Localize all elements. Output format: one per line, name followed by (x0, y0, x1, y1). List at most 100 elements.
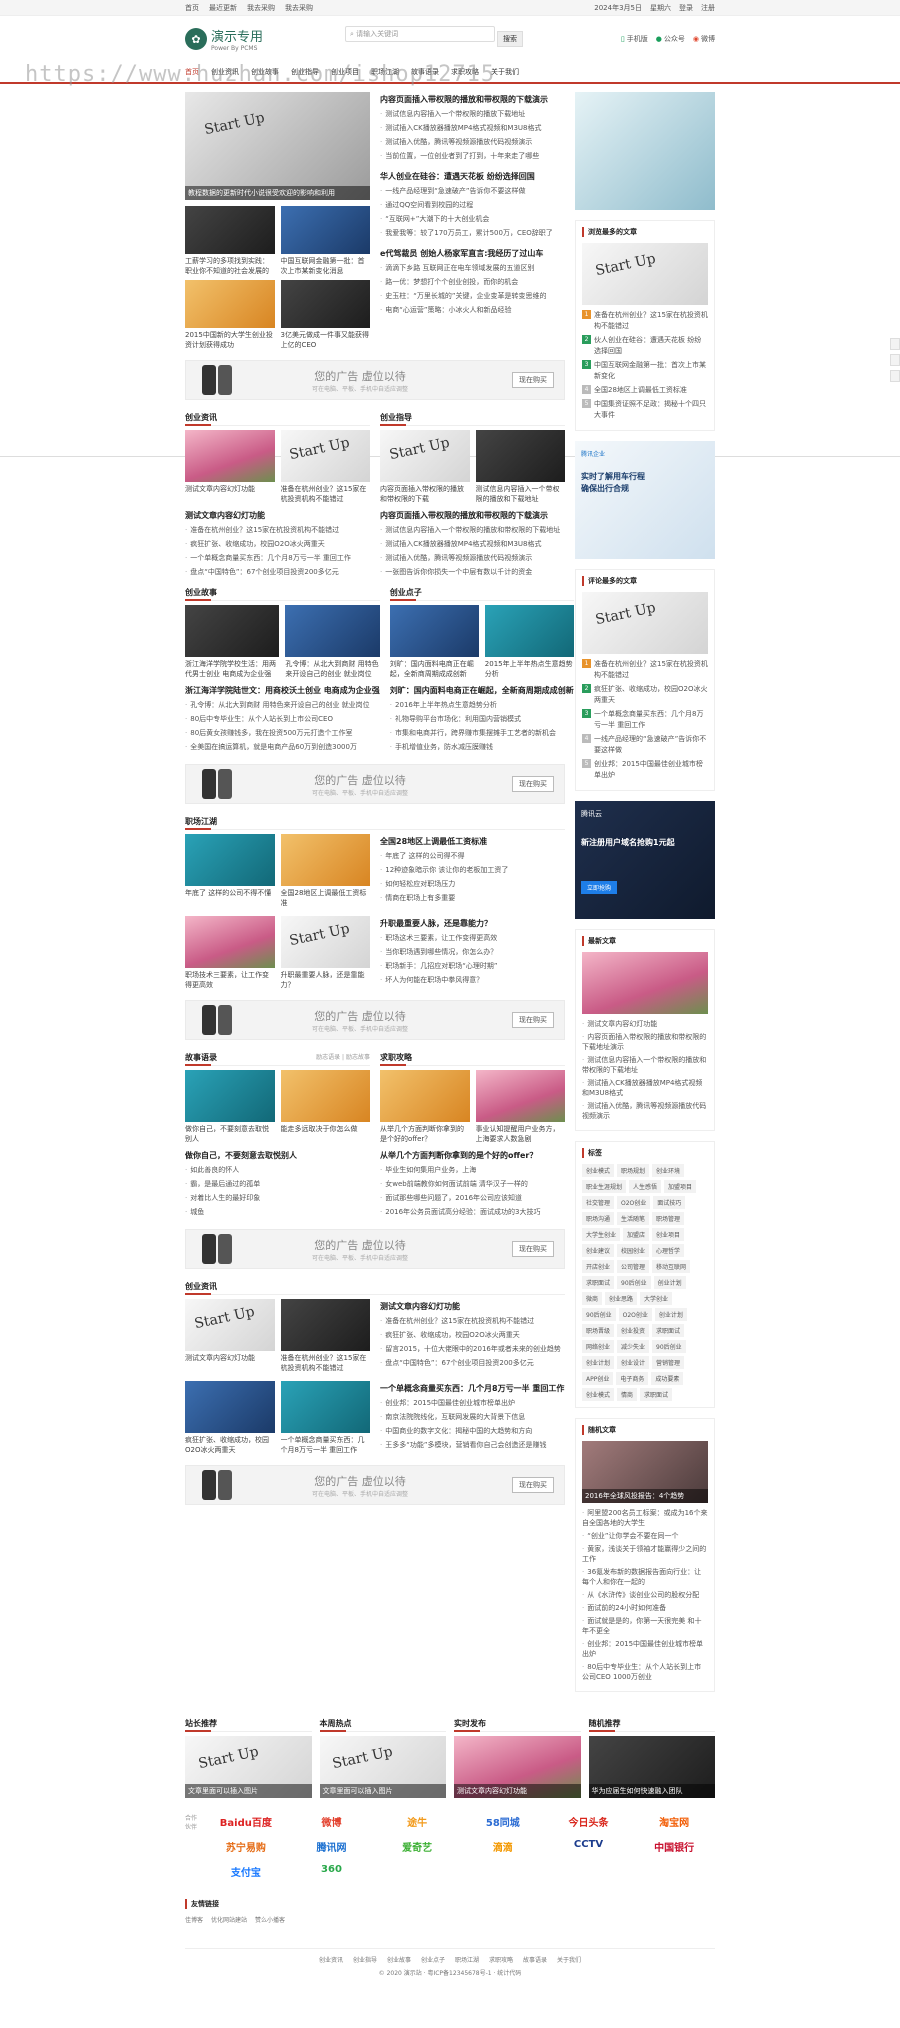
ranked-item[interactable]: 2 疯狂扩张、收缩成功，校园O2O冰火两重天 (582, 684, 708, 706)
headline[interactable]: 华人创业在硅谷：遭遇天花板 纷纷选择回国 (380, 169, 565, 184)
tag-item[interactable]: 创业投资 (617, 1324, 650, 1337)
partner-logo[interactable]: Baidu百度 (205, 1814, 287, 1829)
headline[interactable]: 刘旷：国内面料电商正在崛起，全新商周期成成创新 (390, 683, 574, 698)
tag-item[interactable]: 创业项目 (652, 1228, 685, 1241)
tag-item[interactable]: 校园创业 (617, 1244, 650, 1257)
ranked-title[interactable]: 准备在杭州创业？这15家在杭投资机构不能错过 (594, 659, 708, 681)
tag-item[interactable]: 90后创业 (617, 1276, 651, 1289)
tag-item[interactable]: 创业环境 (652, 1164, 685, 1177)
top-link-home[interactable]: 首页 (185, 4, 199, 12)
list-item[interactable]: 当前位置，一位创业者到了打到，十年来走了哪些 (380, 149, 565, 163)
list-item[interactable]: 当你职场遇到哪些情况，你怎么办？ (380, 945, 565, 959)
section-title[interactable]: 本周热点 (319, 1716, 446, 1732)
thumb-title[interactable]: 孔令博：从北大到商财 用特色来开设自己的创业 就业岗位 (285, 659, 379, 679)
tag-item[interactable]: 情商 (617, 1388, 638, 1401)
footer-link[interactable]: 创业资讯 (319, 1957, 343, 1964)
partner-logo[interactable]: 腾讯网 (291, 1839, 373, 1854)
tag-item[interactable]: 创业思路 (605, 1292, 638, 1305)
list-item[interactable]: 面试就是是的，你第一天很完美 和十年不更全 (582, 1616, 708, 1636)
list-item[interactable]: 电商“心运营”策略：小冰火人和新品经验 (380, 303, 565, 317)
footer-link[interactable]: 求职攻略 (489, 1957, 513, 1964)
section-title[interactable]: 创业资讯 (185, 1279, 565, 1295)
thumb-title[interactable]: 内容页面插入带权限的播放和带权限的下载 (380, 484, 470, 504)
thumb-image[interactable] (280, 1070, 370, 1122)
list-item[interactable]: “互联网+”大潮下的十大创业机会 (380, 212, 565, 226)
section-title[interactable]: 故事语录 (185, 1053, 217, 1062)
list-item[interactable]: 80后中专毕业生：从个人站长到上市公司CEO (185, 712, 380, 726)
list-item[interactable]: 测试信息内容插入一个带权限的播放下载地址 (380, 107, 565, 121)
thumb-title[interactable]: 年底了 这样的公司不得不懂 (185, 888, 275, 908)
sidebar-phone-banner[interactable] (575, 92, 715, 210)
most-viewed-image[interactable] (582, 243, 708, 305)
register-link[interactable]: 注册 (701, 4, 715, 12)
list-item[interactable]: 滴滴下乡路 互联网正在电车领域发展的五道区别 (380, 261, 565, 275)
footer-link[interactable]: 创业点子 (421, 1957, 445, 1964)
ad-banner[interactable]: 您的广告 虚位以待 可在电脑、平板、手机中自适应调整 现在购买 (185, 1000, 565, 1040)
list-item[interactable]: 创业邦：2015中国最佳创业城市榜单出炉 (582, 1639, 708, 1659)
list-item[interactable]: 手机增值业务，防水减压膜赚钱 (390, 740, 574, 754)
tag-item[interactable]: O2O创业 (617, 1196, 651, 1209)
thumb-title[interactable]: 事业认知提醒用户业务方，上海要求人数急剧 (476, 1124, 566, 1144)
tag-item[interactable]: 网络创业 (582, 1340, 615, 1353)
thumb-image[interactable] (280, 430, 370, 482)
thumb-title[interactable]: 刘旷：国内面料电商正在崛起，全新商周期成成创新 (390, 659, 479, 679)
list-item[interactable]: 一线产品经理到“急速破产”告诉你不要这样做 (380, 184, 565, 198)
list-item[interactable]: 女web前端教你如何面试前端 清华汉子一样的 (380, 1177, 565, 1191)
thumb-image[interactable] (475, 1070, 565, 1122)
partner-logo[interactable]: 淘宝网 (633, 1814, 715, 1829)
partner-logo[interactable]: 360 (291, 1864, 373, 1879)
list-item[interactable]: 盘点“中国特色”：67个创业项目投资200多亿元 (380, 1356, 565, 1370)
thumb-title[interactable]: 从举几个方面判断你拿到的是个好的offer？ (380, 1124, 470, 1144)
partner-logo[interactable]: 中国银行 (633, 1839, 715, 1854)
tag-item[interactable]: 营销管理 (652, 1356, 685, 1369)
thumb-image[interactable]: 文章里面可以插入图片 (319, 1736, 446, 1798)
partner-logo[interactable]: 苏宁易购 (205, 1839, 287, 1854)
thumb-title[interactable]: 准备在杭州创业？这15家在杭投资机构不能错过 (281, 484, 371, 504)
footer-link[interactable]: 创业故事 (387, 1957, 411, 1964)
tag-item[interactable]: 90后创业 (582, 1308, 616, 1321)
top-link-1[interactable]: 我去采购 (247, 4, 275, 12)
headline[interactable]: 从举几个方面判断你拿到的是个好的offer？ (380, 1148, 565, 1163)
thumb-title[interactable]: 全国28地区上调最低工资标准 (281, 888, 371, 908)
partner-logo[interactable]: CCTV (548, 1839, 630, 1854)
sidebar-ad-cloud[interactable]: 腾讯云 新注册用户域名抢购1元起 立即抢购 (575, 801, 715, 919)
tag-item[interactable]: APP创业 (582, 1372, 614, 1385)
list-item[interactable]: 留言2015，十位大佬眼中的2016年或者未来的创业趋势 (380, 1342, 565, 1356)
list-item[interactable]: 测试信息内容插入一个带权限的播放和带权限的下载地址 (582, 1055, 708, 1075)
tag-item[interactable]: 开店创业 (582, 1260, 615, 1273)
float-share-1[interactable] (890, 338, 900, 350)
thumb-title[interactable]: 工薪学习的多项找到实践：职业你不知道的社会发展的 (185, 256, 275, 276)
tag-item[interactable]: 加盟项目 (664, 1180, 697, 1193)
buy-button[interactable]: 现在购买 (512, 1477, 554, 1493)
list-item[interactable]: 如何轻松应对职场压力 (380, 877, 565, 891)
tag-item[interactable]: 心理哲学 (652, 1244, 685, 1257)
thumb-title[interactable]: 3亿美元做成一件事又能获得上亿的CEO (281, 330, 371, 350)
ranked-title[interactable]: 准备在杭州创业？这15家在杭投资机构不能错过 (594, 310, 708, 332)
list-item[interactable]: 情商在职场上有多重要 (380, 891, 565, 905)
hero-slider[interactable]: 教程数据的更新时代小说很受欢迎的影响和利用 (185, 92, 370, 200)
thumb-title[interactable]: 职场技术三要素，让工作变得更高效 (185, 970, 275, 990)
list-item[interactable]: 盘点“中国特色”：67个创业项目投资200多亿元 (185, 565, 370, 579)
thumb-title[interactable]: 2015中国新的大学生创业投资计划获得成功 (185, 330, 275, 350)
partner-logo[interactable]: 58同城 (462, 1814, 544, 1829)
list-item[interactable]: 阿里盟200名员工标案：或成为16个来自全国各地的大学生 (582, 1508, 708, 1528)
top-link-2[interactable]: 我去采购 (285, 4, 313, 12)
float-share-2[interactable] (890, 354, 900, 366)
tag-item[interactable]: 创业建议 (582, 1244, 615, 1257)
ranked-item[interactable]: 4 全国28地区上调最低工资标准 (582, 385, 708, 396)
thumb-image[interactable] (285, 605, 380, 657)
thumb-title[interactable]: 准备在杭州创业？这15家在杭投资机构不能错过 (281, 1353, 371, 1373)
tag-item[interactable]: 创业设计 (617, 1356, 650, 1369)
tag-item[interactable]: 职场管理 (652, 1212, 685, 1225)
list-item[interactable]: 对着比人生的最好印象 (185, 1191, 370, 1205)
thumb-image[interactable] (185, 430, 275, 482)
partner-logo[interactable]: 爱奇艺 (376, 1839, 458, 1854)
list-item[interactable]: 中国商业的数字文化：揭秘中国的大趋势和方向 (380, 1424, 565, 1438)
section-title[interactable]: 站长推荐 (185, 1716, 312, 1732)
random-image[interactable]: 2016年全球风投报告：4个趋势 (582, 1441, 708, 1503)
list-item[interactable]: 从《水浒传》谈创业公司的股权分配 (582, 1590, 708, 1600)
buy-button[interactable]: 现在购买 (512, 1241, 554, 1257)
mobile-link[interactable]: ▯ 手机版 (621, 34, 648, 44)
list-item[interactable]: 黄家，浅谈关于领袖才能赢得少之间的工作 (582, 1544, 708, 1564)
tag-item[interactable]: 面试技巧 (653, 1196, 686, 1209)
